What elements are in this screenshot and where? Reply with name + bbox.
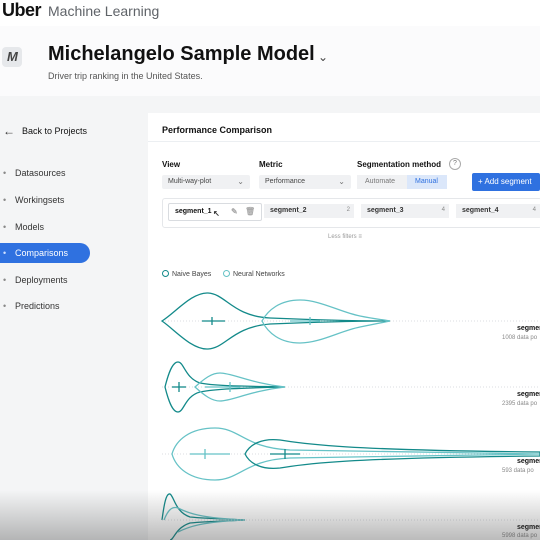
violin-plot <box>160 292 540 540</box>
row-data-count: 2395 data po <box>502 401 538 407</box>
row-data-count: 1008 data po <box>502 335 538 341</box>
row-data-count: 5998 data po <box>502 533 538 539</box>
row-segment-name: segmen <box>517 524 540 531</box>
violin-row-3 <box>162 427 540 481</box>
row-segment-name: segmen <box>517 325 540 332</box>
violin-row-4 <box>161 493 540 540</box>
violin-row-1 <box>160 292 540 350</box>
row-data-count: 593 data po <box>502 468 534 474</box>
violin-row-2 <box>162 361 540 413</box>
row-segment-name: segmen <box>517 458 540 465</box>
row-segment-name: segmen <box>517 391 540 398</box>
